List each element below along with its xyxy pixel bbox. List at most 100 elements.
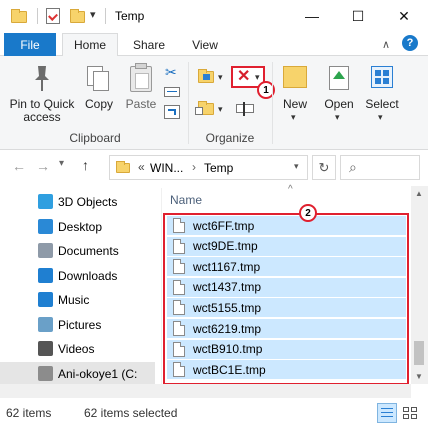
- properties-icon[interactable]: [46, 8, 60, 24]
- nav-item-label: Desktop: [58, 219, 103, 234]
- minimize-button[interactable]: —: [289, 0, 335, 32]
- nav-item-label: Downloads: [58, 268, 118, 283]
- divider: [188, 62, 189, 144]
- nav-item[interactable]: Music: [0, 288, 155, 312]
- address-segment-temp[interactable]: Temp: [204, 161, 233, 175]
- scroll-up-icon[interactable]: ▲: [415, 189, 423, 198]
- select-dropdown-icon: ▾: [378, 112, 383, 122]
- tab-home[interactable]: Home: [62, 33, 118, 56]
- pictures-icon: [38, 316, 53, 332]
- copy-to-dropdown-icon[interactable]: ▾: [218, 104, 223, 115]
- nav-item[interactable]: Documents: [0, 239, 155, 263]
- paste-shortcut-icon[interactable]: [164, 105, 180, 119]
- copy-path-icon[interactable]: [164, 87, 180, 97]
- paste-button[interactable]: Paste: [122, 60, 160, 126]
- 3d-objects-icon: [38, 194, 53, 209]
- close-button[interactable]: ✕: [381, 0, 427, 32]
- scrollbar-thumb[interactable]: [414, 341, 424, 365]
- select-label: Select: [365, 97, 399, 111]
- open-dropdown-icon: ▾: [335, 112, 340, 122]
- window-title: Temp: [115, 9, 145, 23]
- column-header-name[interactable]: Name: [170, 193, 202, 207]
- nav-item-label: Videos: [58, 342, 95, 356]
- drive-icon: [38, 365, 53, 381]
- pin-label: Pin to Quick access: [9, 97, 75, 124]
- copy-to-button[interactable]: [195, 100, 216, 116]
- nav-item-label: 3D Objects: [58, 195, 118, 209]
- recent-locations-icon[interactable]: ▾: [59, 158, 64, 169]
- selection-highlight: [163, 213, 409, 385]
- pin-to-quick-access-button[interactable]: Pin to Quick access: [8, 60, 76, 126]
- pin-icon: [35, 66, 49, 91]
- new-dropdown-icon: ▾: [291, 112, 296, 122]
- forward-arrow-icon[interactable]: →: [36, 158, 50, 174]
- folder-icon: [116, 161, 130, 173]
- divider: [161, 188, 162, 384]
- address-separator[interactable]: ›: [192, 160, 196, 174]
- downloads-icon: [38, 267, 53, 283]
- horizontal-scrollbar[interactable]: [0, 384, 411, 398]
- music-icon: [38, 292, 53, 307]
- annotation-badge-2: 2: [299, 204, 317, 222]
- search-icon: ⌕: [349, 159, 357, 175]
- nav-item[interactable]: Ani-okoye1 (C:: [0, 361, 155, 386]
- folder-icon: [11, 9, 27, 23]
- divider: [105, 8, 106, 24]
- details-view-button[interactable]: [377, 403, 397, 423]
- move-to-button[interactable]: [198, 68, 216, 84]
- collapse-ribbon-icon[interactable]: ∧: [382, 38, 390, 51]
- tab-view[interactable]: View: [180, 33, 230, 56]
- help-icon[interactable]: ?: [402, 35, 418, 51]
- open-button[interactable]: Open ▾: [320, 60, 358, 126]
- nav-item[interactable]: Downloads: [0, 264, 155, 288]
- copy-label: Copy: [84, 97, 113, 111]
- new-folder-icon: [283, 66, 307, 88]
- address-bar[interactable]: « WIN... › Temp ▾: [109, 155, 308, 180]
- select-button[interactable]: Select ▾: [362, 60, 402, 126]
- nav-item[interactable]: 3D Objects: [0, 190, 155, 214]
- item-count: 62 items: [6, 406, 52, 420]
- nav-item-label: Documents: [58, 244, 119, 258]
- new-folder-icon[interactable]: [70, 9, 85, 23]
- organize-group-label: Organize: [205, 131, 255, 145]
- qat-dropdown-icon[interactable]: ▾: [90, 8, 96, 21]
- search-input[interactable]: ⌕: [340, 155, 420, 180]
- nav-item-label: Music: [58, 293, 90, 307]
- address-segment-win[interactable]: WIN...: [150, 161, 183, 175]
- rename-icon: [236, 104, 254, 113]
- divider: [37, 8, 38, 24]
- new-folder-button[interactable]: New ▾: [278, 60, 312, 126]
- divider: [272, 62, 273, 144]
- large-icons-view-button[interactable]: [402, 405, 418, 421]
- refresh-button[interactable]: ↻: [312, 155, 336, 180]
- move-to-dropdown-icon[interactable]: ▾: [218, 72, 223, 83]
- selected-count: 62 items selected: [84, 406, 178, 420]
- new-label: New: [282, 97, 307, 111]
- address-dropdown-icon[interactable]: ▾: [294, 161, 299, 172]
- copy-button[interactable]: Copy: [82, 60, 116, 126]
- rename-button[interactable]: [236, 102, 256, 116]
- address-overflow[interactable]: «: [138, 160, 145, 174]
- documents-icon: [38, 243, 53, 258]
- open-label: Open: [324, 97, 354, 111]
- status-bar: [0, 398, 428, 430]
- back-arrow-icon[interactable]: ←: [12, 158, 26, 174]
- desktop-icon: [38, 218, 53, 234]
- cut-icon[interactable]: ✂: [165, 64, 177, 81]
- select-all-icon: [371, 66, 393, 88]
- clipboard-group-label: Clipboard: [69, 131, 121, 145]
- nav-item[interactable]: Videos: [0, 337, 155, 361]
- nav-item[interactable]: Desktop: [0, 215, 155, 239]
- nav-item-label: Ani-okoye1 (C:: [58, 366, 138, 381]
- scroll-down-icon[interactable]: ▼: [415, 372, 423, 381]
- videos-icon: [38, 341, 53, 356]
- sort-indicator: ^: [288, 184, 293, 195]
- delete-dropdown-icon: ▾: [255, 72, 260, 82]
- nav-item[interactable]: Pictures: [0, 313, 155, 337]
- tab-share[interactable]: Share: [124, 33, 174, 56]
- nav-item-label: Pictures: [58, 317, 102, 332]
- paste-label: Paste: [125, 97, 157, 111]
- tab-file[interactable]: File: [4, 33, 56, 56]
- maximize-button[interactable]: ☐: [335, 0, 381, 32]
- up-arrow-icon[interactable]: ↑: [82, 157, 89, 173]
